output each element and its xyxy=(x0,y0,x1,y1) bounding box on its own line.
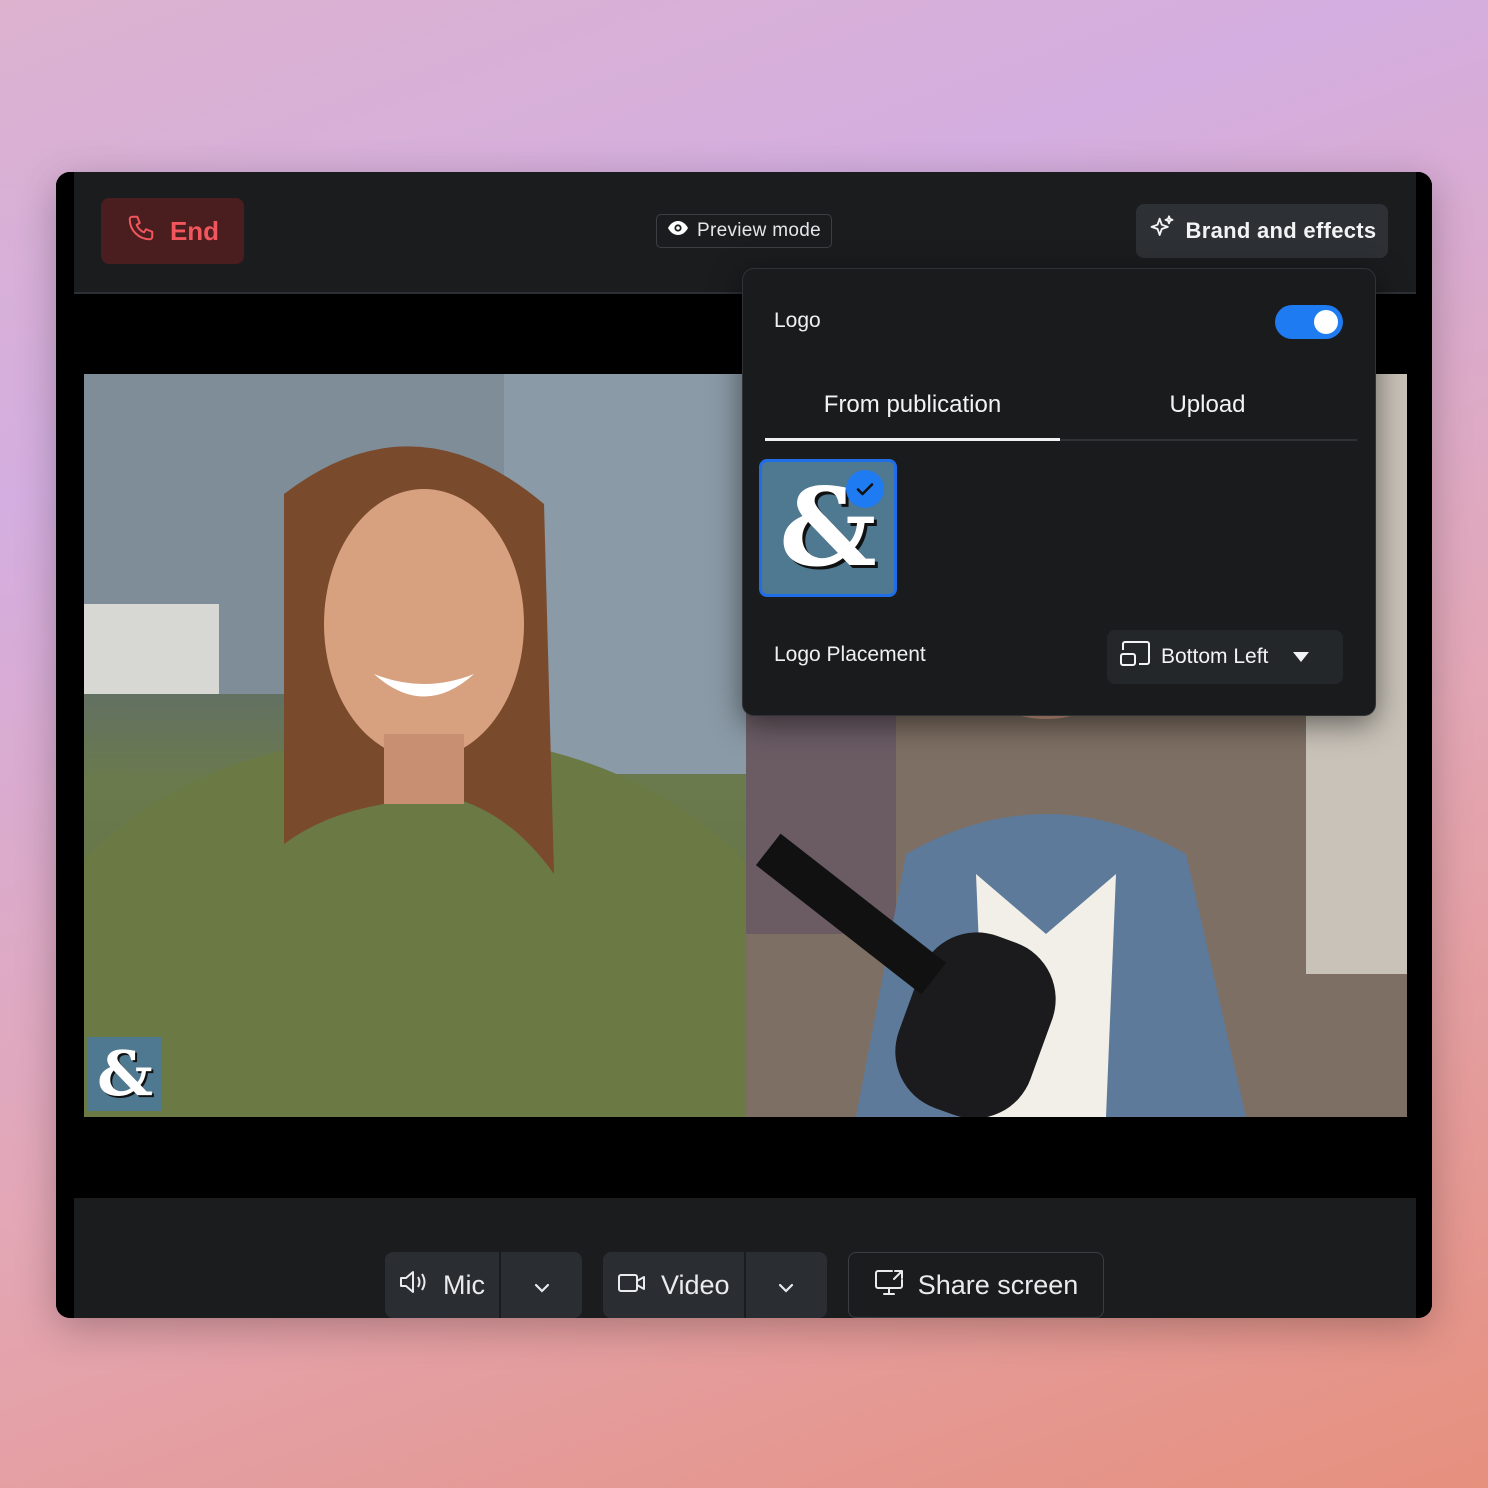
logo-toggle[interactable] xyxy=(1275,305,1343,339)
video-control: Video xyxy=(603,1252,827,1318)
tab-from-publication[interactable]: From publication xyxy=(765,391,1060,419)
logo-placement-select[interactable]: Bottom Left xyxy=(1107,630,1343,684)
video-options-button[interactable] xyxy=(746,1252,827,1318)
placement-value: Bottom Left xyxy=(1161,645,1269,668)
logo-thumbnail-selected[interactable]: & xyxy=(759,459,897,597)
ampersand-logo-icon: & xyxy=(97,1037,153,1110)
call-window: End Preview mode Brand and effects & Log… xyxy=(56,172,1432,1318)
phone-icon xyxy=(126,213,156,250)
brand-and-effects-label: Brand and effects xyxy=(1185,218,1377,243)
participant-video-left: & xyxy=(84,374,746,1117)
brand-and-effects-button[interactable]: Brand and effects xyxy=(1136,204,1388,258)
logo-placement-label: Logo Placement xyxy=(774,643,926,666)
bottom-control-bar: Mic Video Share screen xyxy=(56,1198,1432,1318)
chevron-down-icon xyxy=(533,1270,551,1301)
screen-share-icon xyxy=(874,1268,904,1303)
mic-options-button[interactable] xyxy=(501,1252,582,1318)
eye-icon xyxy=(667,220,689,242)
camera-icon xyxy=(617,1270,647,1301)
participant-left-image xyxy=(84,374,746,1117)
end-call-label: End xyxy=(169,215,220,246)
chevron-down-icon xyxy=(777,1270,795,1301)
video-button[interactable]: Video xyxy=(603,1252,744,1318)
placement-corner-icon xyxy=(1119,640,1151,674)
share-screen-button[interactable]: Share screen xyxy=(848,1252,1104,1318)
check-icon xyxy=(846,470,884,508)
speaker-icon xyxy=(399,1269,429,1302)
preview-mode-badge: Preview mode xyxy=(656,214,832,248)
tab-upload[interactable]: Upload xyxy=(1060,391,1355,419)
end-call-button[interactable]: End xyxy=(101,198,244,264)
toggle-knob xyxy=(1314,310,1338,334)
mic-label: Mic xyxy=(443,1269,485,1300)
active-tab-indicator xyxy=(765,438,1060,441)
video-label: Video xyxy=(661,1269,730,1300)
share-screen-label: Share screen xyxy=(917,1269,1079,1300)
mic-control: Mic xyxy=(385,1252,582,1318)
sparkle-icon xyxy=(1148,214,1176,248)
mic-button[interactable]: Mic xyxy=(385,1252,499,1318)
preview-mode-label: Preview mode xyxy=(697,220,821,241)
caret-down-icon xyxy=(1292,645,1310,669)
brand-effects-panel: Logo From publication Upload & Logo Plac… xyxy=(742,268,1376,716)
logo-label: Logo xyxy=(774,309,821,332)
overlay-logo: & xyxy=(88,1037,162,1111)
